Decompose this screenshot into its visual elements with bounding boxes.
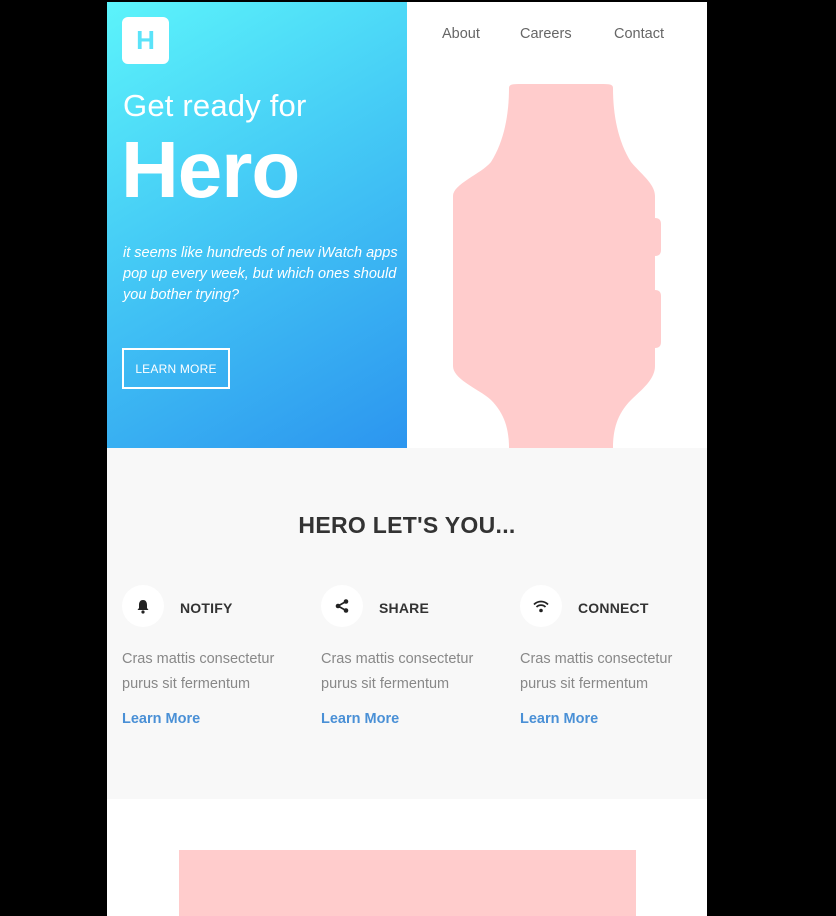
hero-panel: H Get ready for Hero it seems like hundr… (107, 2, 407, 448)
bottom-section (107, 799, 707, 916)
learn-more-link[interactable]: Learn More (520, 711, 598, 727)
learn-more-link[interactable]: Learn More (122, 711, 200, 727)
learn-more-link[interactable]: Learn More (321, 711, 399, 727)
feature-description: Cras mattis consectetur purus sit fermen… (122, 651, 275, 692)
hero-section: H Get ready for Hero it seems like hundr… (107, 2, 707, 448)
feature-name: CONNECT (578, 600, 649, 616)
feature-name: SHARE (379, 600, 430, 616)
feature-name: NOTIFY (180, 600, 233, 616)
smartwatch-image (453, 84, 661, 448)
nav-contact[interactable]: Contact (614, 26, 664, 42)
feature-description: Cras mattis consectetur purus sit fermen… (520, 651, 673, 692)
nav-about[interactable]: About (442, 26, 480, 42)
logo[interactable]: H (122, 17, 169, 64)
features-section: HERO LET'S YOU... NOTIFY Cras mattis con… (107, 448, 707, 799)
hero-title: Hero (121, 125, 300, 214)
image-placeholder (179, 850, 636, 916)
hero-lede: it seems like hundreds of new iWatch app… (123, 245, 398, 303)
hero-eyebrow: Get ready for (123, 88, 307, 123)
nav-careers[interactable]: Careers (520, 26, 572, 42)
learn-more-button[interactable]: LEARN MORE (122, 348, 230, 389)
features-title: HERO LET'S YOU... (298, 512, 516, 538)
bell-icon (122, 585, 164, 627)
wifi-icon (520, 585, 562, 627)
share-icon (321, 585, 363, 627)
feature-description: Cras mattis consectetur purus sit fermen… (321, 651, 474, 692)
hero-media: About Careers Contact (407, 2, 707, 448)
page: H Get ready for Hero it seems like hundr… (107, 2, 707, 916)
